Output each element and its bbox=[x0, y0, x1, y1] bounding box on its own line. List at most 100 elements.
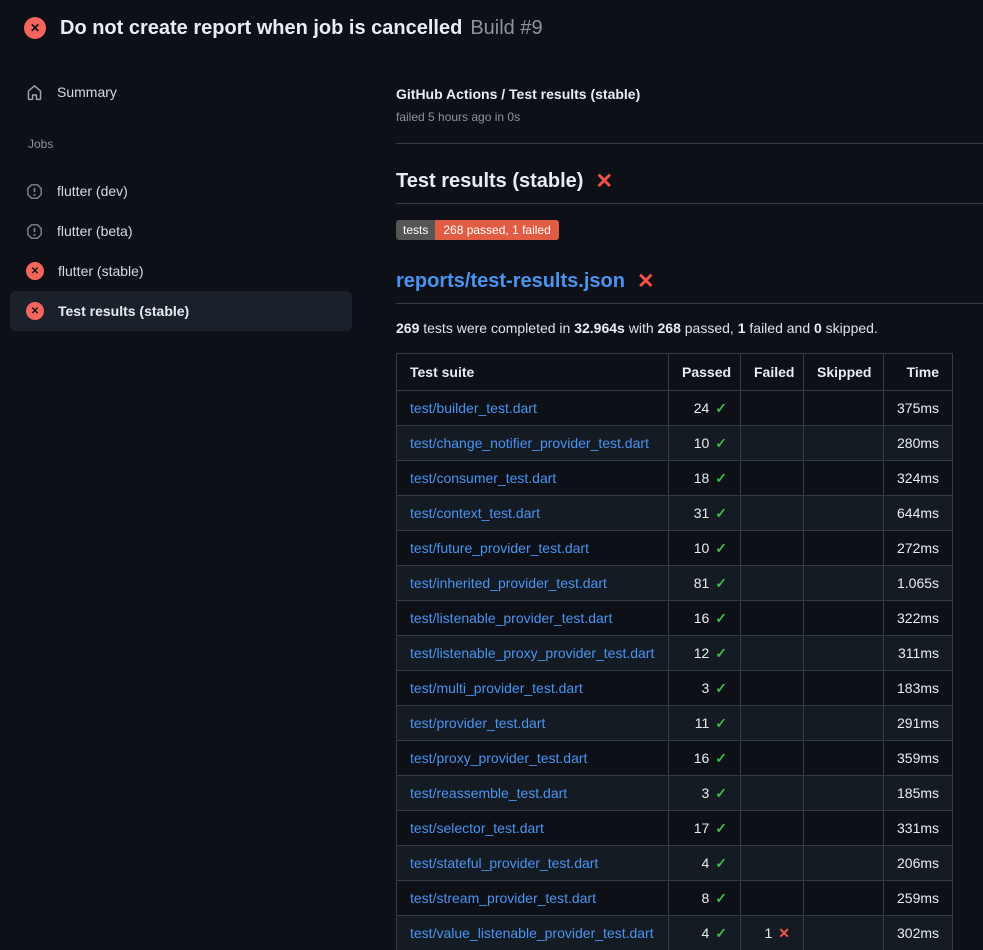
cell-test-suite: test/listenable_proxy_provider_test.dart bbox=[397, 636, 669, 671]
test-suite-link[interactable]: test/proxy_provider_test.dart bbox=[410, 750, 587, 766]
count-value: 18 bbox=[694, 470, 710, 486]
cell-time: 324ms bbox=[884, 461, 953, 496]
summary-number: 32.964s bbox=[574, 320, 625, 336]
sidebar-item-flutter-stable[interactable]: ✕ flutter (stable) bbox=[10, 251, 352, 291]
table-row: test/provider_test.dart 11✓ 291ms bbox=[397, 706, 953, 741]
summary-number: 0 bbox=[814, 320, 822, 336]
test-suite-link[interactable]: test/stateful_provider_test.dart bbox=[410, 855, 598, 871]
home-icon bbox=[26, 84, 43, 101]
cell-skipped bbox=[804, 671, 884, 706]
count-value: 3 bbox=[701, 785, 709, 801]
test-suite-link[interactable]: test/future_provider_test.dart bbox=[410, 540, 589, 556]
cell-skipped bbox=[804, 566, 884, 601]
cell-fail-x bbox=[741, 531, 804, 566]
cell-time: 183ms bbox=[884, 671, 953, 706]
count-value: 11 bbox=[695, 715, 710, 731]
test-suite-link[interactable]: test/value_listenable_provider_test.dart bbox=[410, 925, 654, 941]
failed-x-icon: ✕ bbox=[595, 171, 613, 192]
cell-skipped bbox=[804, 601, 884, 636]
cell-time: 331ms bbox=[884, 811, 953, 846]
cell-pass-check: 8✓ bbox=[669, 881, 741, 916]
cell-fail-x bbox=[741, 811, 804, 846]
failed-x-circle-icon: ✕ bbox=[26, 262, 44, 280]
cell-fail-x bbox=[741, 496, 804, 531]
cell-skipped bbox=[804, 811, 884, 846]
cell-fail-x bbox=[741, 741, 804, 776]
section-title: Test results (stable) ✕ bbox=[396, 168, 983, 204]
fail-x-icon: ✕ bbox=[778, 925, 790, 941]
pass-check-icon: ✓ bbox=[715, 610, 727, 626]
test-suite-link[interactable]: test/selector_test.dart bbox=[410, 820, 544, 836]
sidebar-item-flutter-beta[interactable]: flutter (beta) bbox=[10, 211, 352, 251]
pass-check-icon: ✓ bbox=[715, 470, 727, 486]
cell-skipped bbox=[804, 846, 884, 881]
pass-check-icon: ✓ bbox=[715, 575, 727, 591]
cell-pass-check: 11✓ bbox=[669, 706, 741, 741]
cell-fail-x bbox=[741, 671, 804, 706]
cell-pass-check: 18 ✓ bbox=[669, 461, 741, 496]
cell-skipped bbox=[804, 496, 884, 531]
header-divider bbox=[396, 143, 983, 144]
jobs-section-label: Jobs bbox=[28, 137, 392, 151]
table-row: test/value_listenable_provider_test.dart… bbox=[397, 916, 953, 950]
test-suite-link[interactable]: test/listenable_provider_test.dart bbox=[410, 610, 612, 626]
cell-pass-check: 3✓ bbox=[669, 671, 741, 706]
cell-pass-check: 4✓ bbox=[669, 846, 741, 881]
cell-fail-x bbox=[741, 881, 804, 916]
cell-pass-check: 12✓ bbox=[669, 636, 741, 671]
cell-skipped bbox=[804, 916, 884, 950]
table-row: test/change_notifier_provider_test.dart1… bbox=[397, 426, 953, 461]
cell-test-suite: test/selector_test.dart bbox=[397, 811, 669, 846]
build-header: ✕ Do not create report when job is cance… bbox=[0, 0, 983, 54]
sidebar-item-flutter-dev[interactable]: flutter (dev) bbox=[10, 171, 352, 211]
cell-fail-x bbox=[741, 566, 804, 601]
summary-fragment: passed, bbox=[681, 320, 738, 336]
cell-time: 1.065s bbox=[884, 566, 953, 601]
test-suite-link[interactable]: test/stream_provider_test.dart bbox=[410, 890, 596, 906]
pass-check-icon: ✓ bbox=[715, 435, 727, 451]
cell-test-suite: test/multi_provider_test.dart bbox=[397, 671, 669, 706]
cell-test-suite: test/future_provider_test.dart bbox=[397, 531, 669, 566]
pass-check-icon: ✓ bbox=[715, 680, 727, 696]
test-suite-link[interactable]: test/listenable_proxy_provider_test.dart bbox=[410, 645, 654, 661]
test-suite-link[interactable]: test/multi_provider_test.dart bbox=[410, 680, 583, 696]
test-results-table: Test suitePassedFailedSkippedTime test/b… bbox=[396, 353, 953, 950]
cell-pass-check: 3✓ bbox=[669, 776, 741, 811]
cell-test-suite: test/inherited_provider_test.dart bbox=[397, 566, 669, 601]
cell-test-suite: test/consumer_test.dart bbox=[397, 461, 669, 496]
section-title-text: Test results (stable) bbox=[396, 168, 583, 194]
cell-time: 375ms bbox=[884, 391, 953, 426]
column-header-passed: Passed bbox=[669, 354, 741, 391]
build-title-text: Do not create report when job is cancell… bbox=[60, 17, 462, 39]
cell-time: 206ms bbox=[884, 846, 953, 881]
test-suite-link[interactable]: test/builder_test.dart bbox=[410, 400, 537, 416]
sidebar-item-summary[interactable]: Summary bbox=[10, 72, 352, 112]
cell-test-suite: test/stream_provider_test.dart bbox=[397, 881, 669, 916]
count-value: 1 bbox=[764, 925, 772, 941]
cell-time: 280ms bbox=[884, 426, 953, 461]
report-file-title-text: reports/test-results.json bbox=[396, 268, 625, 294]
badge-label: tests bbox=[396, 220, 435, 240]
cell-time: 291ms bbox=[884, 706, 953, 741]
count-value: 16 bbox=[694, 750, 710, 766]
pass-check-icon: ✓ bbox=[715, 645, 727, 661]
test-suite-link[interactable]: test/change_notifier_provider_test.dart bbox=[410, 435, 649, 451]
test-suite-link[interactable]: test/reassemble_test.dart bbox=[410, 785, 567, 801]
sidebar-item-test-results-stable[interactable]: ✕ Test results (stable) bbox=[10, 291, 352, 331]
summary-number: 268 bbox=[658, 320, 681, 336]
cell-time: 322ms bbox=[884, 601, 953, 636]
test-suite-link[interactable]: test/inherited_provider_test.dart bbox=[410, 575, 607, 591]
page-title: Do not create report when job is cancell… bbox=[60, 14, 543, 42]
test-suite-link[interactable]: test/provider_test.dart bbox=[410, 715, 545, 731]
test-suite-link[interactable]: test/consumer_test.dart bbox=[410, 470, 556, 486]
column-header-test-suite: Test suite bbox=[397, 354, 669, 391]
count-value: 10 bbox=[694, 540, 710, 556]
cell-skipped bbox=[804, 461, 884, 496]
test-suite-link[interactable]: test/context_test.dart bbox=[410, 505, 540, 521]
summary-number: 269 bbox=[396, 320, 419, 336]
pass-check-icon: ✓ bbox=[715, 400, 727, 416]
cell-time: 272ms bbox=[884, 531, 953, 566]
cell-pass-check: 17✓ bbox=[669, 811, 741, 846]
column-header-time: Time bbox=[884, 354, 953, 391]
tests-status-badge: tests 268 passed, 1 failed bbox=[396, 220, 559, 240]
